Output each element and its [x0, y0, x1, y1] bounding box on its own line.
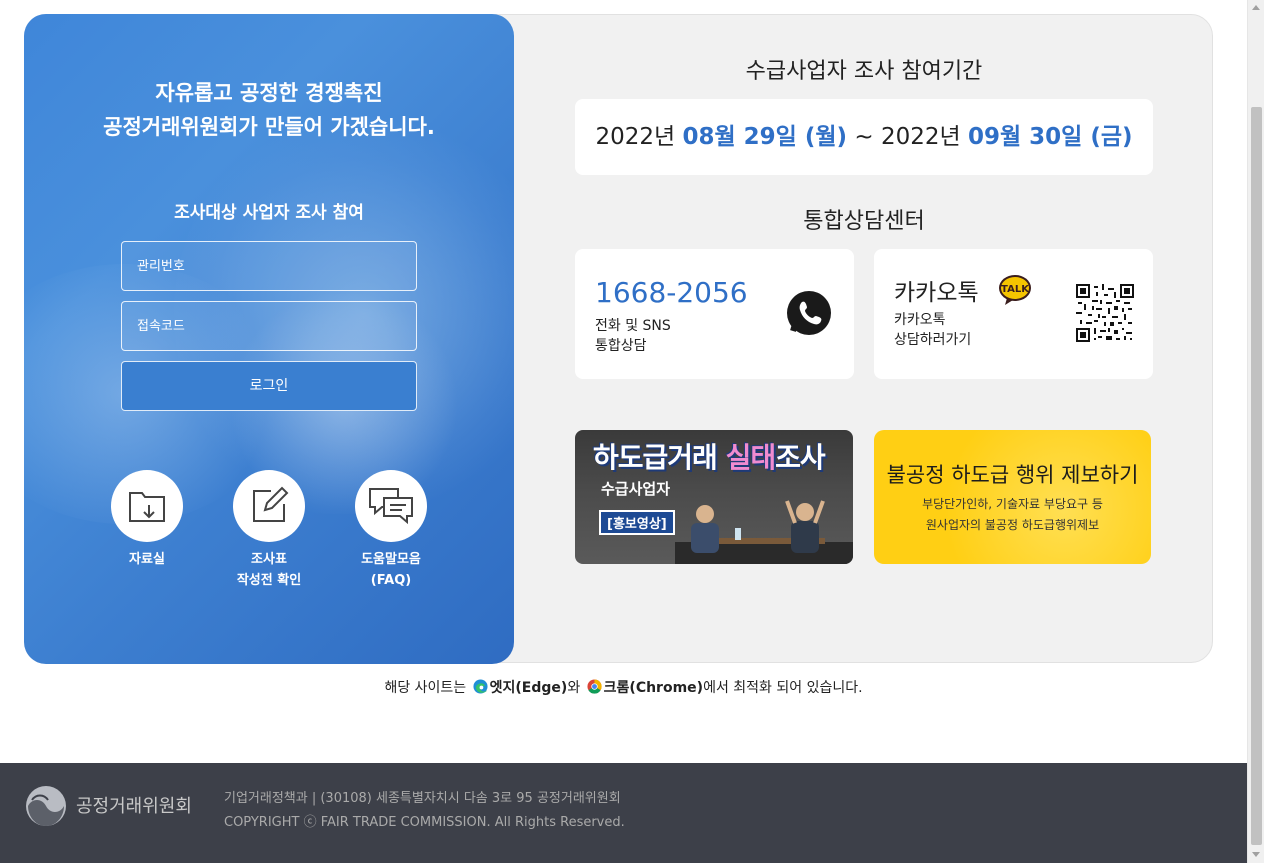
quick-link-survey-check[interactable]: 조사표 작성전 확인 — [214, 470, 324, 591]
browser-note-prefix: 해당 사이트는 — [384, 680, 467, 696]
scroll-up-arrow-icon[interactable] — [1252, 5, 1260, 10]
phone-number: 1668-2056 — [595, 276, 748, 309]
video-banner-subtitle: 수급사업자 — [601, 480, 671, 498]
management-number-input[interactable] — [121, 241, 417, 291]
access-code-input[interactable] — [121, 301, 417, 351]
phone-contact-card[interactable]: 1668-2056 전화 및 SNS 통합상담 — [575, 249, 854, 379]
browser-note-suffix: 에서 최적화 되어 있습니다. — [703, 680, 863, 696]
slogan-line: 자유롭고 공정한 경쟁촉진 — [155, 81, 383, 105]
kakao-description: 카카오톡 상담하러가기 — [894, 310, 971, 350]
edge-label: 엣지(Edge) — [489, 680, 568, 696]
video-title-part: 조사 — [775, 441, 826, 474]
video-title-part: 실태 — [725, 441, 777, 474]
scroll-down-arrow-icon[interactable] — [1252, 852, 1260, 857]
period-box: 2022년 08월 29일 (월) ~ 2022년 09월 30일 (금) — [575, 99, 1153, 175]
edge-icon — [473, 679, 488, 694]
video-scene-image — [675, 490, 853, 564]
quick-link-label: 조사표 — [251, 552, 287, 567]
folder-download-icon — [111, 470, 183, 542]
footer-address: 기업거래정책과 | (30108) 세종특별자치시 다솜 3로 95 공정거래위… — [224, 791, 621, 806]
report-desc-line: 원사업자의 불공정 하도급행위제보 — [925, 518, 1100, 532]
browser-note-mid: 와 — [567, 680, 581, 696]
phone-desc-line: 전화 및 SNS — [595, 318, 671, 334]
kakao-desc-line: 카카오톡 — [894, 312, 946, 328]
quick-link-faq[interactable]: 도움말모음 (FAQ) — [336, 470, 446, 591]
video-banner-tag: [홍보영상] — [599, 510, 675, 535]
kakao-talk-icon: TALK — [998, 274, 1032, 310]
report-banner-title: 불공정 하도급 행위 제보하기 — [886, 463, 1139, 487]
chrome-icon — [587, 679, 602, 694]
login-panel: 자유롭고 공정한 경쟁촉진 공정거래위원회가 만들어 가겠습니다. 조사대상 사… — [24, 14, 514, 664]
scroll-thumb[interactable] — [1251, 107, 1262, 845]
quick-link-label: (FAQ) — [370, 573, 412, 588]
promo-video-banner[interactable]: 하도급거래 실태조사 수급사업자 [홍보영상] — [575, 430, 853, 564]
vertical-scrollbar[interactable] — [1247, 0, 1264, 863]
report-banner-description: 부당단가인하, 기술자료 부당요구 등 원사업자의 불공정 하도급행위제보 — [874, 494, 1151, 536]
period-start-year: 2022년 — [595, 124, 676, 150]
login-title: 조사대상 사업자 조사 참여 — [174, 203, 364, 223]
phone-desc-line: 통합상담 — [595, 338, 647, 354]
chrome-label: 크롬(Chrome) — [603, 680, 704, 696]
quick-link-label: 작성전 확인 — [236, 573, 302, 588]
quick-link-library[interactable]: 자료실 — [92, 470, 202, 570]
qr-code-icon — [1076, 284, 1134, 346]
talk-badge-text: TALK — [1001, 284, 1030, 295]
footer-org-name: 공정거래위원회 — [76, 796, 192, 817]
video-banner-title: 하도급거래 실태조사 — [593, 436, 826, 476]
period-end-date: 09월 30일 (금) — [967, 124, 1133, 150]
chat-bubbles-icon — [355, 470, 427, 542]
consult-center-title: 통합상담센터 — [803, 209, 925, 234]
footer: 공정거래위원회 기업거래정책과 | (30108) 세종특별자치시 다솜 3로 … — [0, 763, 1247, 863]
period-title: 수급사업자 조사 참여기간 — [745, 59, 983, 84]
edit-icon — [233, 470, 305, 542]
quick-link-label: 도움말모음 — [361, 552, 421, 567]
ftc-logo-icon — [24, 784, 68, 832]
phone-description: 전화 및 SNS 통합상담 — [595, 316, 671, 356]
login-button[interactable]: 로그인 — [121, 361, 417, 411]
slogan: 자유롭고 공정한 경쟁촉진 공정거래위원회가 만들어 가겠습니다. — [24, 76, 514, 144]
browser-support-note: 해당 사이트는 엣지(Edge)와 크롬(Chrome)에서 최적화 되어 있습… — [0, 677, 1247, 697]
kakao-name: 카카오톡 — [894, 280, 979, 306]
kakao-contact-card[interactable]: 카카오톡 TALK 카카오톡 상담하러가기 — [874, 249, 1153, 379]
slogan-line: 공정거래위원회가 만들어 가겠습니다. — [103, 115, 435, 139]
period-end-year: 2022년 — [880, 124, 961, 150]
period-separator: ~ — [854, 124, 874, 150]
footer-copyright: COPYRIGHT ⓒ FAIR TRADE COMMISSION. All R… — [224, 815, 625, 830]
page: 자유롭고 공정한 경쟁촉진 공정거래위원회가 만들어 가겠습니다. 조사대상 사… — [0, 0, 1247, 863]
period-start-date: 08월 29일 (월) — [682, 124, 848, 150]
video-title-part: 하도급거래 — [593, 441, 726, 474]
report-desc-line: 부당단가인하, 기술자료 부당요구 등 — [922, 497, 1103, 511]
kakao-desc-line: 상담하러가기 — [894, 332, 972, 348]
phone-icon — [785, 289, 833, 341]
report-unfair-banner[interactable]: 불공정 하도급 행위 제보하기 부당단가인하, 기술자료 부당요구 등 원사업자… — [874, 430, 1151, 564]
quick-link-label: 자료실 — [129, 552, 165, 567]
